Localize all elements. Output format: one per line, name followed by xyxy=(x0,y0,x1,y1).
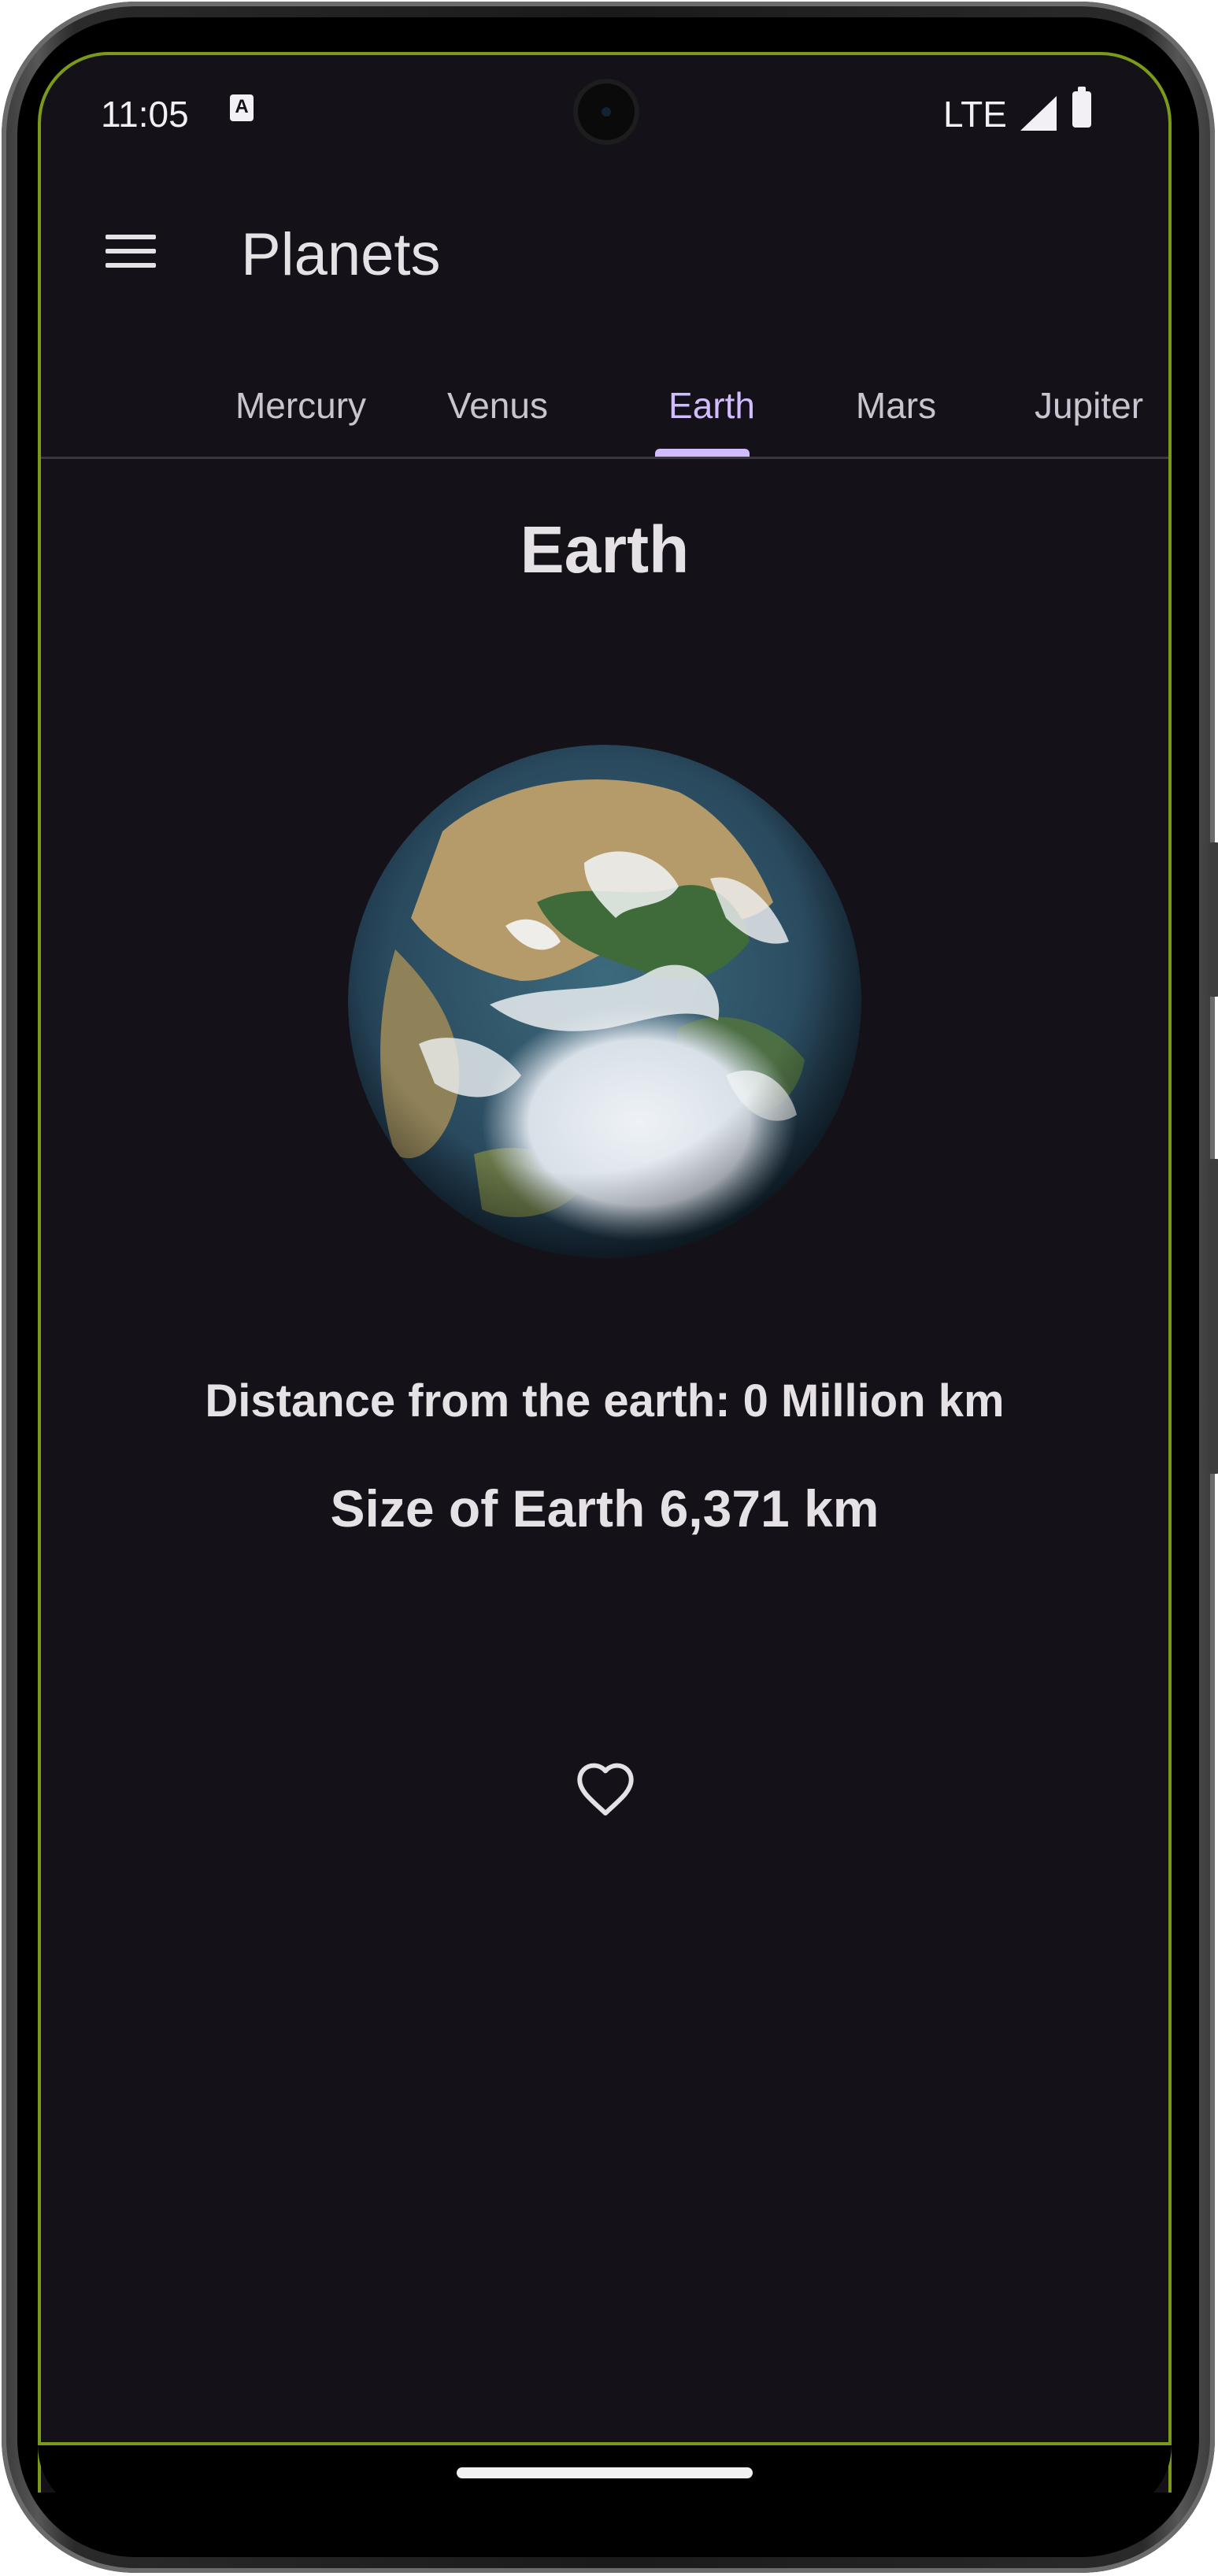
menu-button[interactable] xyxy=(85,209,164,288)
heart-outline-icon xyxy=(577,1763,634,1816)
network-type: LTE xyxy=(943,94,1007,135)
app-screen: 11:05 A LTE Planets Mercury Venus Earth … xyxy=(38,52,1172,2493)
favorite-button[interactable] xyxy=(565,1748,646,1830)
tab-selected-indicator xyxy=(655,449,750,457)
home-gesture-handle[interactable] xyxy=(457,2467,753,2478)
tab-label: Mars xyxy=(855,385,937,426)
size-text: Size of Earth 6,371 km xyxy=(330,1479,879,1538)
tab-mars[interactable]: Mars xyxy=(833,354,959,457)
tab-label: Earth xyxy=(668,385,755,426)
distance-text: Distance from the earth: 0 Million km xyxy=(205,1375,1005,1427)
tab-label: Jupiter xyxy=(1034,385,1144,426)
planet-title: Earth xyxy=(520,513,690,587)
signal-icon xyxy=(1020,96,1057,131)
battery-icon xyxy=(1072,87,1091,128)
tab-jupiter[interactable]: Jupiter xyxy=(1014,354,1164,457)
status-bar: 11:05 A LTE xyxy=(41,55,1168,165)
tab-mercury[interactable]: Mercury xyxy=(222,354,379,457)
gesture-bar-area xyxy=(38,2442,1172,2516)
tab-label: Venus xyxy=(447,385,548,426)
earth-globe-image xyxy=(348,745,861,1258)
status-time: 11:05 xyxy=(101,94,189,135)
app-title: Planets xyxy=(241,221,441,288)
planet-tabs: Mercury Venus Earth Mars Jupiter xyxy=(41,354,1168,459)
volume-button xyxy=(1209,1159,1218,1474)
tab-earth[interactable]: Earth xyxy=(649,354,775,457)
front-camera xyxy=(573,79,639,145)
power-button xyxy=(1209,842,1218,997)
tab-label: Mercury xyxy=(235,385,367,426)
keyboard-notification-icon: A xyxy=(230,94,254,121)
tab-venus[interactable]: Venus xyxy=(435,354,561,457)
